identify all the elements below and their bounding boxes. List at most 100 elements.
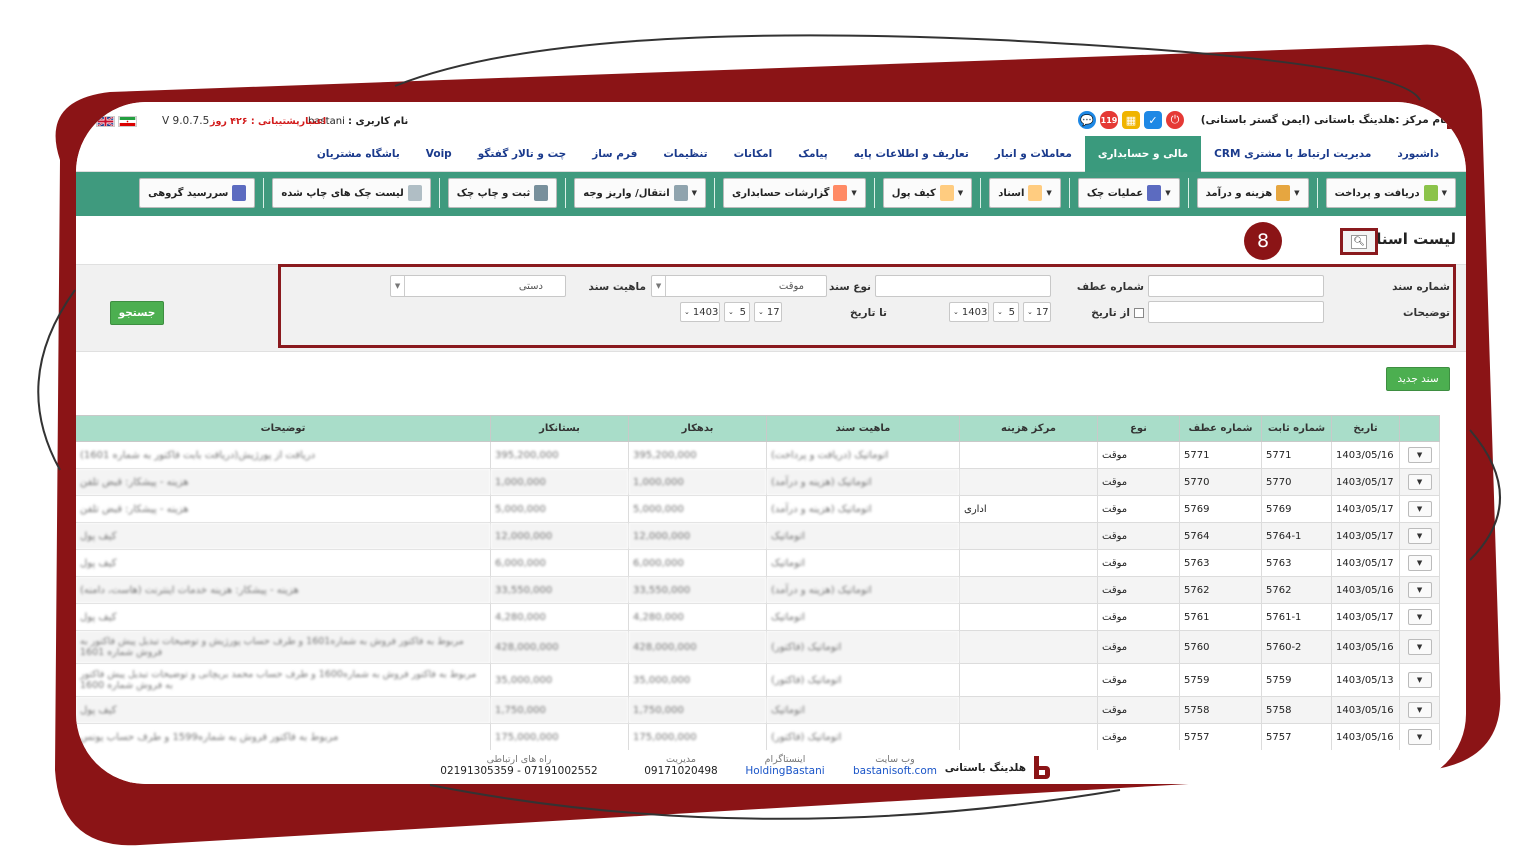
from-date-checkbox[interactable] — [1134, 308, 1144, 318]
menu-item-settings[interactable]: تنظیمات — [650, 136, 720, 172]
row-actions-cell: ▼ — [1399, 696, 1440, 724]
description-cell: هزینه - پیشکار: هزینه خدمات اینترنت (هاس… — [76, 576, 491, 604]
toolbar-divider — [980, 178, 982, 208]
toolbar-printed-checks-list[interactable]: لیست چک های چاپ شده — [272, 178, 431, 208]
table-row[interactable]: ▼ 1403/05/17 5761-1 5761 موقت اتوماتیک 4,280,0… — [76, 603, 1440, 631]
row-menu-dropdown-icon[interactable]: ▼ — [1407, 528, 1432, 544]
doc-nature-cell: اتوماتیک (هزینه و درآمد) — [766, 468, 960, 496]
row-menu-dropdown-icon[interactable]: ▼ — [1407, 639, 1432, 655]
footer-logo-icon — [1034, 756, 1050, 779]
table-row[interactable]: ▼ 1403/05/16 5762 5762 موقت اتوماتیک (هزینه و… — [76, 576, 1440, 604]
row-actions-cell: ▼ — [1399, 576, 1440, 604]
table-row[interactable]: ▼ 1403/05/16 5757 5757 موقت اتوماتیک (فاکتور)… — [76, 723, 1440, 751]
footer: هلدینگ باستانی وب سایت bastanisoft.com ا… — [76, 750, 1466, 784]
column-header-ref-number[interactable]: شماره عطف — [1179, 415, 1262, 442]
toolbar-label: کیف پول — [891, 187, 936, 199]
column-header-fixed-number[interactable]: شماره ثابت — [1261, 415, 1332, 442]
row-menu-dropdown-icon[interactable]: ▼ — [1407, 702, 1432, 718]
from-date-day-select[interactable]: ⌄ 17 — [1023, 302, 1051, 322]
menu-item-crm[interactable]: مدیریت ارتباط با مشتری CRM — [1201, 136, 1384, 172]
fixed-number-cell: 5764-1 — [1261, 522, 1332, 550]
menu-item-base-info[interactable]: تعاریف و اطلاعات پایه — [841, 136, 982, 172]
doc-type-value: موقت — [778, 280, 804, 292]
to-date-month-select[interactable]: ⌄ 5 — [724, 302, 750, 322]
column-header-date[interactable]: تاریخ — [1331, 415, 1400, 442]
row-menu-dropdown-icon[interactable]: ▼ — [1407, 609, 1432, 625]
table-row[interactable]: ▼ 1403/05/16 5760-2 5760 موقت اتوماتیک (فاکتو… — [76, 630, 1440, 664]
row-menu-dropdown-icon[interactable]: ▼ — [1407, 447, 1432, 463]
app-version: V 9.0.7.5 — [162, 115, 210, 127]
task-check-icon[interactable]: ✓ — [1144, 111, 1162, 129]
toggle-search-button[interactable]: 🔍︎ — [1340, 228, 1378, 255]
type-cell: موقت — [1097, 663, 1180, 697]
toolbar-divider — [1187, 178, 1189, 208]
to-date-year-select[interactable]: ⌄ 1403 — [680, 302, 720, 322]
column-header-cost-center[interactable]: مرکز هزینه — [959, 415, 1098, 442]
menu-item-sms[interactable]: پیامک — [785, 136, 840, 172]
toolbar-documents[interactable]: ▼ اسناد — [989, 178, 1061, 208]
toolbar-check-operations[interactable]: ▼ عملیات چک — [1077, 178, 1180, 208]
toolbar-accounting-reports[interactable]: ▼ گزارشات حسابداری — [723, 178, 866, 208]
debit-cell: 33,550,000 — [628, 576, 767, 604]
chevron-down-icon: ▼ — [1046, 189, 1052, 197]
doc-nature-value: دستی — [518, 280, 543, 292]
toolbar-group-due-date[interactable]: سررسید گروهی — [139, 178, 256, 208]
doc-nature-select[interactable]: دستی ▼ — [390, 275, 566, 297]
from-date-year-select[interactable]: ⌄ 1403 — [949, 302, 989, 322]
row-menu-dropdown-icon[interactable]: ▼ — [1407, 474, 1432, 490]
row-menu-dropdown-icon[interactable]: ▼ — [1407, 672, 1432, 688]
uk-flag-icon[interactable] — [96, 116, 115, 127]
row-menu-dropdown-icon[interactable]: ▼ — [1407, 582, 1432, 598]
description-input[interactable] — [1148, 301, 1324, 323]
menu-item-dashboard[interactable]: داشبورد — [1384, 136, 1452, 172]
menu-item-form-builder[interactable]: فرم ساز — [579, 136, 650, 172]
menu-item-chat-forum[interactable]: چت و تالار گفتگو — [465, 136, 580, 172]
search-button[interactable]: جستجو — [110, 301, 164, 325]
toolbar-receipt-payment[interactable]: ▼ دریافت و پرداخت — [1325, 178, 1456, 208]
menu-item-voip[interactable]: Voip — [413, 136, 465, 172]
ref-number-cell: 5769 — [1179, 495, 1262, 523]
doc-type-select[interactable]: موقت ▼ — [651, 275, 827, 297]
table-row[interactable]: ▼ 1403/05/17 5769 5769 موقت اداری اتوماتیک (هز… — [76, 495, 1440, 523]
toolbar-register-print-check[interactable]: ثبت و چاپ چک — [447, 178, 558, 208]
chevron-down-icon: ⌄ — [1027, 308, 1033, 316]
column-header-credit[interactable]: بستانکار — [490, 415, 629, 442]
menu-item-finance[interactable]: مالی و حسابداری — [1084, 136, 1202, 172]
to-date-day-select[interactable]: ⌄ 17 — [754, 302, 782, 322]
table-row[interactable]: ▼ 1403/05/13 5759 5759 موقت اتوماتیک (فاکتور)… — [76, 663, 1440, 697]
table-row[interactable]: ▼ 1403/05/16 5771 5771 موقت اتوماتیک (دریافت … — [76, 441, 1440, 469]
footer-website-link[interactable]: bastanisoft.com — [850, 765, 940, 777]
iran-flag-icon[interactable] — [118, 116, 137, 127]
table-row[interactable]: ▼ 1403/05/17 5770 5770 موقت اتوماتیک (هزینه و… — [76, 468, 1440, 496]
debit-cell: 4,280,000 — [628, 603, 767, 631]
top-bar: نام مرکز :هلدینگ باستانی (ایمن گستر باست… — [76, 102, 1466, 136]
toolbar-expense-income[interactable]: ▼ هزینه و درآمد — [1196, 178, 1309, 208]
table-row[interactable]: ▼ 1403/05/16 5758 5758 موقت اتوماتیک 1,750,000… — [76, 696, 1440, 724]
table-row[interactable]: ▼ 1403/05/17 5763 5763 موقت اتوماتیک 6,000,000… — [76, 549, 1440, 577]
toolbar-transfer-deposit[interactable]: ▼ انتقال/ واریز وجه — [574, 178, 707, 208]
chat-icon[interactable]: 💬 — [1078, 111, 1096, 129]
row-menu-dropdown-icon[interactable]: ▼ — [1407, 555, 1432, 571]
menu-item-features[interactable]: امکانات — [721, 136, 786, 172]
toolbar-wallet[interactable]: ▼ کیف پول — [882, 178, 973, 208]
column-header-doc-nature[interactable]: ماهیت سند — [766, 415, 960, 442]
row-menu-dropdown-icon[interactable]: ▼ — [1407, 501, 1432, 517]
row-menu-dropdown-icon[interactable]: ▼ — [1407, 729, 1432, 745]
menu-item-trade-warehouse[interactable]: معاملات و انبار — [982, 136, 1085, 172]
doc-number-input[interactable] — [1148, 275, 1324, 297]
column-header-debit[interactable]: بدهکار — [628, 415, 767, 442]
cost-center-cell — [959, 696, 1098, 724]
footer-instagram-link[interactable]: HoldingBastani — [740, 765, 830, 777]
new-document-button[interactable]: سند جدید — [1386, 367, 1450, 391]
table-row[interactable]: ▼ 1403/05/17 5764-1 5764 موقت اتوماتیک 12,000,… — [76, 522, 1440, 550]
ref-number-cell: 5764 — [1179, 522, 1262, 550]
calendar-icon[interactable]: ▦ — [1122, 111, 1140, 129]
doc-nature-cell: اتوماتیک (فاکتور) — [766, 630, 960, 664]
column-header-type[interactable]: نوع — [1097, 415, 1180, 442]
from-date-month-select[interactable]: ⌄ 5 — [993, 302, 1019, 322]
menu-item-customer-club[interactable]: باشگاه مشتریان — [304, 136, 413, 172]
ref-number-input[interactable] — [875, 275, 1051, 297]
column-header-description[interactable]: توضیحات — [76, 415, 491, 442]
notification-badge[interactable]: 119 — [1100, 111, 1118, 129]
power-icon[interactable]: ⏻ — [1166, 111, 1184, 129]
